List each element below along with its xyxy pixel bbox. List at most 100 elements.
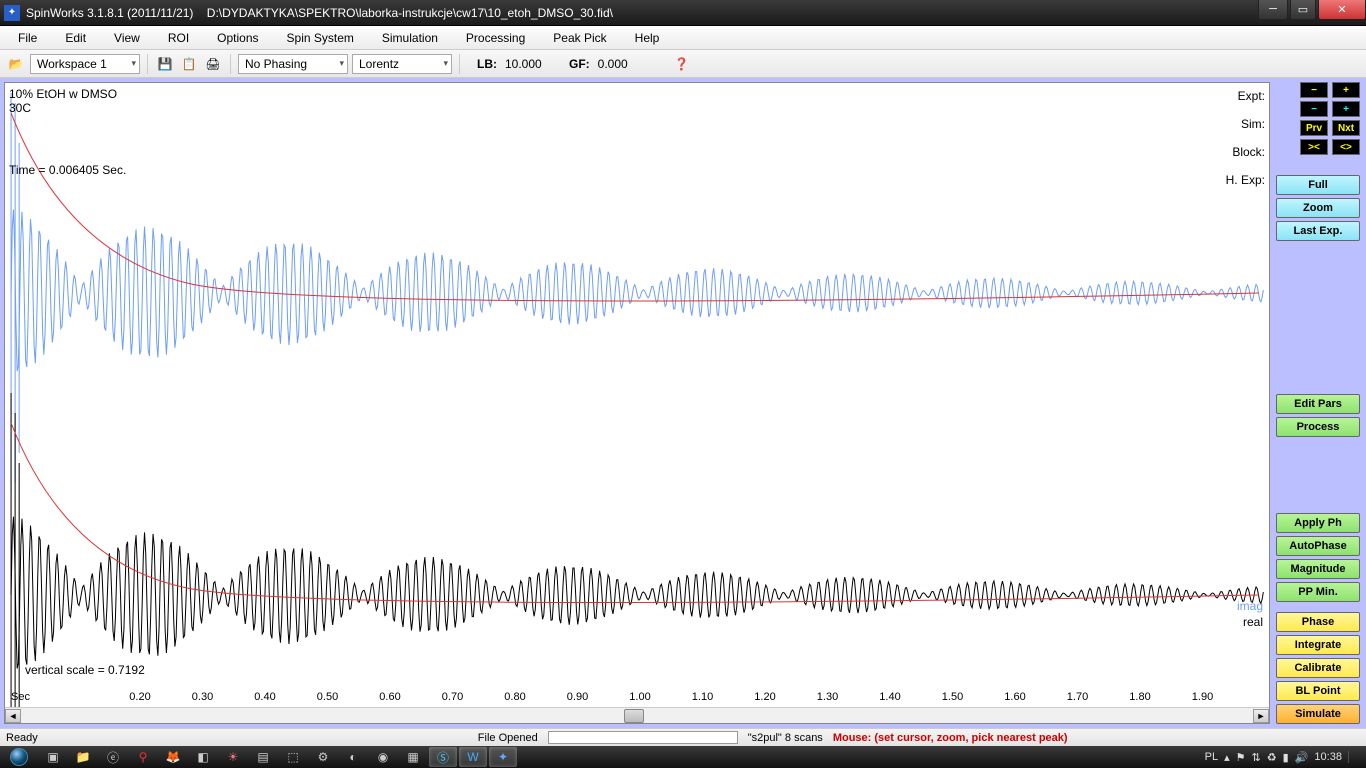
block-prev-button[interactable]: Prv bbox=[1300, 120, 1328, 136]
taskbar-app1-icon[interactable]: ◧ bbox=[189, 747, 217, 767]
taskbar-skype-icon[interactable]: Ⓢ bbox=[429, 747, 457, 767]
windows-orb-icon bbox=[10, 748, 28, 766]
statusbar: Ready File Opened "s2pul" 8 scans Mouse:… bbox=[0, 728, 1366, 746]
x-tick: 1.60 bbox=[1004, 691, 1025, 703]
x-tick: 0.70 bbox=[442, 691, 463, 703]
block-buttons: Prv Nxt bbox=[1276, 120, 1360, 136]
spacer bbox=[1276, 605, 1360, 609]
lastexp-button[interactable]: Last Exp. bbox=[1276, 221, 1360, 241]
taskbar-app3-icon[interactable]: ▤ bbox=[249, 747, 277, 767]
tray-vol-icon[interactable]: 🔊 bbox=[1295, 751, 1309, 764]
sim-buttons: − + bbox=[1276, 101, 1360, 117]
taskbar-spinworks-icon[interactable]: ✦ bbox=[489, 747, 517, 767]
scroll-right-icon[interactable]: ► bbox=[1253, 709, 1269, 723]
tray-lang[interactable]: PL bbox=[1205, 751, 1218, 763]
x-tick: 0.60 bbox=[379, 691, 400, 703]
hexp-contract-button[interactable]: >< bbox=[1300, 139, 1328, 155]
gf-value[interactable]: 0.000 bbox=[598, 57, 648, 71]
print-icon[interactable]: 🖨 bbox=[203, 54, 223, 74]
lb-value[interactable]: 10.000 bbox=[505, 57, 555, 71]
taskbar-app6-icon[interactable]: ◐ bbox=[339, 747, 367, 767]
simulate-button[interactable]: Simulate bbox=[1276, 704, 1360, 724]
menu-peak-pick[interactable]: Peak Pick bbox=[539, 28, 620, 48]
help-icon[interactable]: ❓ bbox=[672, 54, 692, 74]
status-scans: "s2pul" 8 scans bbox=[748, 732, 823, 744]
calibrate-button[interactable]: Calibrate bbox=[1276, 658, 1360, 678]
taskbar-media-icon[interactable]: ▣ bbox=[39, 747, 67, 767]
x-tick: 1.40 bbox=[879, 691, 900, 703]
phasing-value: No Phasing bbox=[245, 57, 307, 71]
hexp-expand-button[interactable]: <> bbox=[1332, 139, 1360, 155]
expt-plus-button[interactable]: + bbox=[1332, 82, 1360, 98]
tray-wifi-icon[interactable]: ▮ bbox=[1283, 751, 1289, 764]
spacer bbox=[1276, 440, 1360, 510]
minimize-button[interactable]: ─ bbox=[1258, 0, 1288, 20]
plot-area[interactable]: 10% EtOH w DMSO 30C Time = 0.006405 Sec.… bbox=[4, 82, 1270, 724]
menu-file[interactable]: File bbox=[4, 28, 51, 48]
hexp-buttons: >< <> bbox=[1276, 139, 1360, 155]
taskbar-app2-icon[interactable]: ☀ bbox=[219, 747, 247, 767]
x-tick: 0.40 bbox=[254, 691, 275, 703]
menu-options[interactable]: Options bbox=[203, 28, 272, 48]
copy-icon[interactable]: 📋 bbox=[179, 54, 199, 74]
menu-edit[interactable]: Edit bbox=[51, 28, 100, 48]
phase-button[interactable]: Phase bbox=[1276, 612, 1360, 632]
menu-spin-system[interactable]: Spin System bbox=[273, 28, 368, 48]
menu-roi[interactable]: ROI bbox=[154, 28, 203, 48]
tray-shield-icon[interactable]: ♻ bbox=[1267, 751, 1277, 764]
taskbar-app5-icon[interactable]: ⚙ bbox=[309, 747, 337, 767]
x-tick: 0.50 bbox=[317, 691, 338, 703]
start-button[interactable] bbox=[0, 746, 38, 768]
workspace-combo[interactable]: Workspace 1 bbox=[30, 54, 140, 74]
taskbar-explorer-icon[interactable]: 📁 bbox=[69, 747, 97, 767]
full-button[interactable]: Full bbox=[1276, 175, 1360, 195]
zoom-button[interactable]: Zoom bbox=[1276, 198, 1360, 218]
integrate-button[interactable]: Integrate bbox=[1276, 635, 1360, 655]
sim-minus-button[interactable]: − bbox=[1300, 101, 1328, 117]
autophase-button[interactable]: AutoPhase bbox=[1276, 536, 1360, 556]
window-combo[interactable]: Lorentz bbox=[352, 54, 452, 74]
menu-view[interactable]: View bbox=[100, 28, 154, 48]
status-mouse: Mouse: (set cursor, zoom, pick nearest p… bbox=[833, 732, 1068, 744]
editpars-button[interactable]: Edit Pars bbox=[1276, 394, 1360, 414]
hexp-label: H. Exp: bbox=[1226, 173, 1265, 187]
x-tick: 0.20 bbox=[129, 691, 150, 703]
save-icon[interactable]: 💾 bbox=[155, 54, 175, 74]
taskbar-word-icon[interactable]: W bbox=[459, 747, 487, 767]
ppmin-button[interactable]: PP Min. bbox=[1276, 582, 1360, 602]
expt-minus-button[interactable]: − bbox=[1300, 82, 1328, 98]
real-label: real bbox=[1243, 615, 1263, 629]
x-tick: 1.30 bbox=[817, 691, 838, 703]
menu-processing[interactable]: Processing bbox=[452, 28, 539, 48]
tray-flag-icon[interactable]: ⚑ bbox=[1236, 751, 1246, 764]
block-next-button[interactable]: Nxt bbox=[1332, 120, 1360, 136]
taskbar-firefox-icon[interactable]: 🦊 bbox=[159, 747, 187, 767]
tray-net-icon[interactable]: ⇅ bbox=[1252, 751, 1261, 764]
phasing-combo[interactable]: No Phasing bbox=[238, 54, 348, 74]
close-button[interactable]: ✕ bbox=[1318, 0, 1366, 20]
sim-plus-button[interactable]: + bbox=[1332, 101, 1360, 117]
horizontal-scrollbar[interactable]: ◄ ► bbox=[5, 707, 1269, 723]
spacer bbox=[1276, 158, 1360, 172]
maximize-button[interactable]: ▭ bbox=[1290, 0, 1316, 20]
blpoint-button[interactable]: BL Point bbox=[1276, 681, 1360, 701]
menu-simulation[interactable]: Simulation bbox=[368, 28, 452, 48]
process-button[interactable]: Process bbox=[1276, 417, 1360, 437]
applyph-button[interactable]: Apply Ph bbox=[1276, 513, 1360, 533]
taskbar-app7-icon[interactable]: ▦ bbox=[399, 747, 427, 767]
tray-clock[interactable]: 10:38 bbox=[1314, 751, 1342, 763]
gf-label: GF: bbox=[569, 57, 590, 71]
taskbar-pin-icon[interactable]: ⚲ bbox=[129, 747, 157, 767]
magnitude-button[interactable]: Magnitude bbox=[1276, 559, 1360, 579]
menu-help[interactable]: Help bbox=[621, 28, 674, 48]
show-desktop-button[interactable] bbox=[1348, 751, 1358, 763]
scroll-left-icon[interactable]: ◄ bbox=[5, 709, 21, 723]
progress-bar bbox=[548, 731, 738, 744]
x-tick: 1.10 bbox=[692, 691, 713, 703]
tray-up-icon[interactable]: ▴ bbox=[1224, 751, 1230, 764]
scroll-thumb[interactable] bbox=[624, 709, 644, 723]
taskbar-ie-icon[interactable]: ⓔ bbox=[99, 747, 127, 767]
open-icon[interactable]: 📂 bbox=[6, 54, 26, 74]
taskbar-chrome-icon[interactable]: ◉ bbox=[369, 747, 397, 767]
taskbar-app4-icon[interactable]: ⬚ bbox=[279, 747, 307, 767]
